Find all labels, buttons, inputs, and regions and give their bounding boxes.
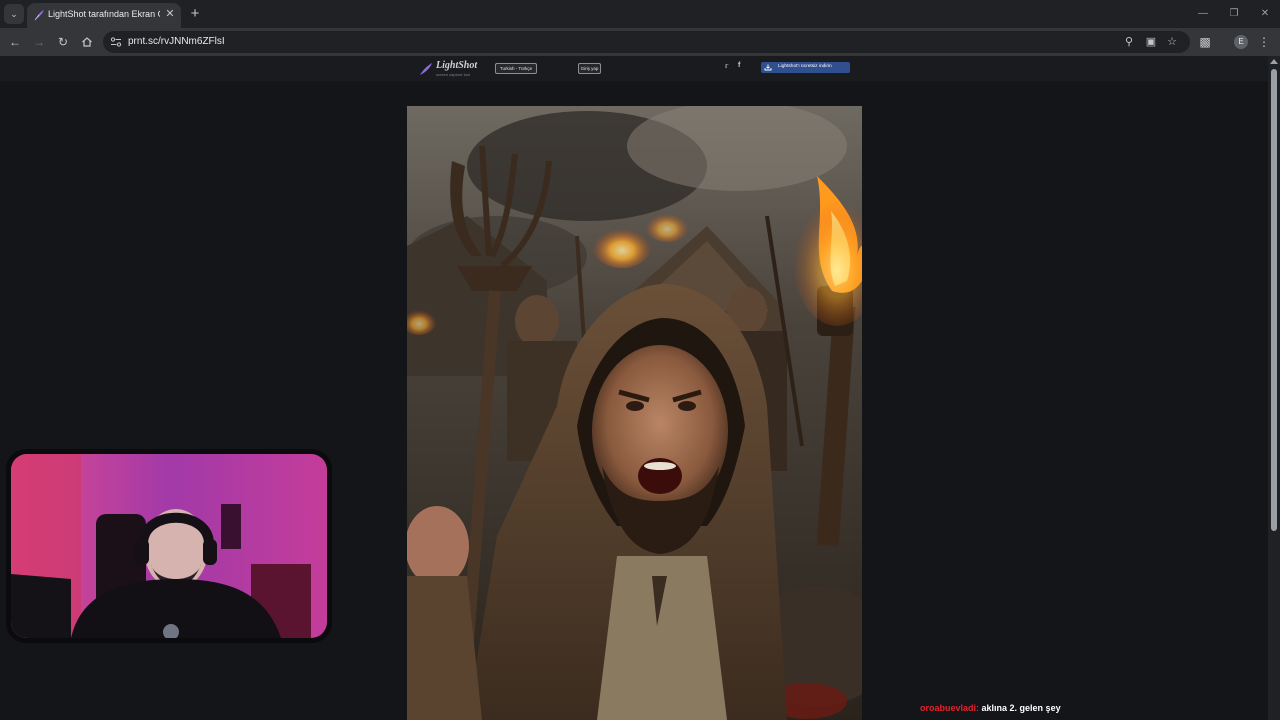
tab-strip: ⌄ LightShot tarafından Ekran Görüntüsü ✕… — [0, 0, 1280, 28]
facebook-icon[interactable]: f — [738, 62, 740, 69]
site-info-icon[interactable] — [109, 35, 123, 49]
install-button-label: Lightshot'ı ücretsiz indirin — [778, 64, 832, 69]
url-text: prnt.sc/rvJNNm6ZFlsI — [128, 36, 225, 47]
scrollbar-thumb[interactable] — [1271, 69, 1277, 531]
more-menu-icon[interactable]: ⋮ — [1258, 34, 1270, 50]
install-app-icon[interactable]: ▣ — [1143, 34, 1159, 50]
webcam-feed-image — [11, 454, 327, 638]
download-icon — [764, 64, 772, 71]
page-scrollbar[interactable] — [1268, 56, 1280, 720]
new-tab-button[interactable]: + — [187, 6, 203, 22]
minimize-button[interactable]: — — [1195, 6, 1211, 22]
tab-title: LightShot tarafından Ekran Görüntüsü — [48, 9, 160, 19]
zoom-icon[interactable]: ⚲ — [1121, 34, 1137, 50]
lightshot-tagline: screen capture tool — [436, 72, 471, 77]
address-bar[interactable]: prnt.sc/rvJNNm6ZFlsI ⚲ ▣ ☆ — [103, 31, 1190, 53]
scroll-up-arrow-icon[interactable] — [1270, 59, 1278, 64]
chat-message: oroabuevladi: aklına 2. gelen şey — [920, 703, 1061, 713]
chat-username: oroabuevladi: — [920, 703, 980, 713]
browser-toolbar: ← → ↻ prnt.sc/rvJNNm6ZFlsI ⚲ ▣ ☆ ▩ E ⋮ — [0, 28, 1280, 56]
language-select[interactable]: Turkish - Türkçe — [495, 63, 537, 74]
tab-search-button[interactable]: ⌄ — [4, 4, 24, 24]
lightshot-feather-icon — [34, 10, 44, 21]
active-tab[interactable]: LightShot tarafından Ekran Görüntüsü ✕ — [27, 3, 181, 28]
home-icon[interactable] — [79, 34, 95, 50]
back-arrow-icon[interactable]: ← — [7, 34, 23, 50]
install-lightshot-button[interactable]: Lightshot'ı ücretsiz indirin — [761, 62, 850, 73]
restore-button[interactable]: ❐ — [1226, 6, 1242, 22]
chevron-down-icon: ⌄ — [10, 8, 18, 19]
forward-arrow-icon[interactable]: → — [31, 34, 47, 50]
bookmark-star-icon[interactable]: ☆ — [1164, 34, 1180, 50]
feather-icon — [420, 63, 432, 75]
close-icon[interactable]: ✕ — [164, 8, 176, 20]
lightshot-header: LightShot screen capture tool Turkish - … — [0, 56, 1268, 81]
lightshot-logo[interactable]: LightShot screen capture tool — [419, 60, 489, 78]
reload-icon[interactable]: ↻ — [55, 34, 71, 50]
extensions-puzzle-icon[interactable]: ▩ — [1197, 34, 1213, 50]
screenshot-image[interactable] — [407, 106, 862, 720]
login-button[interactable]: Giriş yap — [578, 63, 601, 74]
chat-text: aklına 2. gelen şey — [981, 703, 1061, 713]
webcam-overlay — [6, 449, 332, 643]
window-close-button[interactable]: ✕ — [1257, 6, 1273, 22]
lightshot-logo-text: LightShot — [436, 60, 478, 71]
twitter-icon[interactable]: 𝕣 — [725, 62, 728, 70]
profile-avatar[interactable]: E — [1234, 35, 1248, 49]
